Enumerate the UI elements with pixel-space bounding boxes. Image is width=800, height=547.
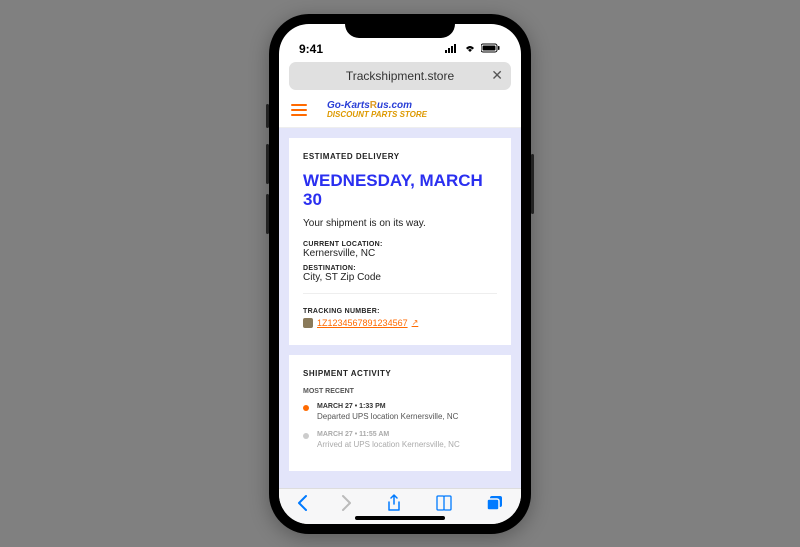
tracking-number-link[interactable]: 1Z1234567891234567 ↗ xyxy=(303,318,418,328)
current-location-label: CURRENT LOCATION: xyxy=(303,241,497,248)
home-indicator[interactable] xyxy=(355,516,445,520)
forward-icon[interactable] xyxy=(341,494,353,517)
battery-icon xyxy=(481,42,501,56)
tabs-icon[interactable] xyxy=(486,495,504,516)
bookmarks-icon[interactable] xyxy=(435,495,453,516)
tracking-page: ESTIMATED DELIVERY WEDNESDAY, MARCH 30 Y… xyxy=(279,128,521,488)
site-header: Go-KartsRus.com DISCOUNT PARTS STORE xyxy=(279,94,521,128)
browser-url-bar[interactable]: Trackshipment.store ✕ xyxy=(289,62,511,90)
shipment-activity-card: SHIPMENT ACTIVITY MOST RECENT MARCH 27 •… xyxy=(289,355,511,471)
most-recent-label: MOST RECENT xyxy=(303,388,497,395)
activity-time: MARCH 27 • 1:33 PM xyxy=(317,403,458,410)
tracking-number-value: 1Z1234567891234567 xyxy=(317,318,408,328)
screen: 9:41 Trackshipment.store ✕ xyxy=(279,24,521,524)
site-logo[interactable]: Go-KartsRus.com DISCOUNT PARTS STORE xyxy=(327,101,427,119)
ios-status-bar: 9:41 xyxy=(279,24,521,58)
delivery-date: WEDNESDAY, MARCH 30 xyxy=(303,171,497,210)
status-indicators xyxy=(445,42,501,56)
back-icon[interactable] xyxy=(296,494,308,517)
destination-label: DESTINATION: xyxy=(303,265,497,272)
close-icon[interactable]: ✕ xyxy=(491,67,503,84)
wifi-icon xyxy=(463,42,477,56)
activity-item: MARCH 27 • 1:33 PM Departed UPS location… xyxy=(303,403,497,421)
estimated-delivery-label: ESTIMATED DELIVERY xyxy=(303,152,497,161)
estimated-delivery-card: ESTIMATED DELIVERY WEDNESDAY, MARCH 30 Y… xyxy=(289,138,511,345)
tracking-number-row: TRACKING NUMBER: 1Z1234567891234567 ↗ xyxy=(303,293,497,333)
cellular-icon xyxy=(445,42,459,56)
webpage-content: Go-KartsRus.com DISCOUNT PARTS STORE EST… xyxy=(279,94,521,488)
volume-up xyxy=(266,144,269,184)
shipment-status: Your shipment is on its way. xyxy=(303,218,497,229)
external-link-icon: ↗ xyxy=(412,318,419,327)
hamburger-menu-icon[interactable] xyxy=(291,104,307,116)
url-text: Trackshipment.store xyxy=(346,69,454,83)
carrier-badge-icon xyxy=(303,318,313,328)
activity-dot-active-icon xyxy=(303,405,309,411)
phone-frame: 9:41 Trackshipment.store ✕ xyxy=(269,14,531,534)
activity-dot-inactive-icon xyxy=(303,433,309,439)
activity-item: MARCH 27 • 11:55 AM Arrived at UPS locat… xyxy=(303,431,497,449)
volume-down xyxy=(266,194,269,234)
activity-desc: Departed UPS location Kernersville, NC xyxy=(317,412,458,421)
power-button xyxy=(531,154,534,214)
current-location-value: Kernersville, NC xyxy=(303,248,497,259)
tracking-number-label: TRACKING NUMBER: xyxy=(303,308,497,315)
status-time: 9:41 xyxy=(299,42,323,56)
share-icon[interactable] xyxy=(386,494,402,517)
activity-time: MARCH 27 • 11:55 AM xyxy=(317,431,460,438)
activity-desc: Arrived at UPS location Kernersville, NC xyxy=(317,440,460,449)
shipment-activity-label: SHIPMENT ACTIVITY xyxy=(303,369,497,378)
silent-switch xyxy=(266,104,269,128)
destination-value: City, ST Zip Code xyxy=(303,272,497,283)
